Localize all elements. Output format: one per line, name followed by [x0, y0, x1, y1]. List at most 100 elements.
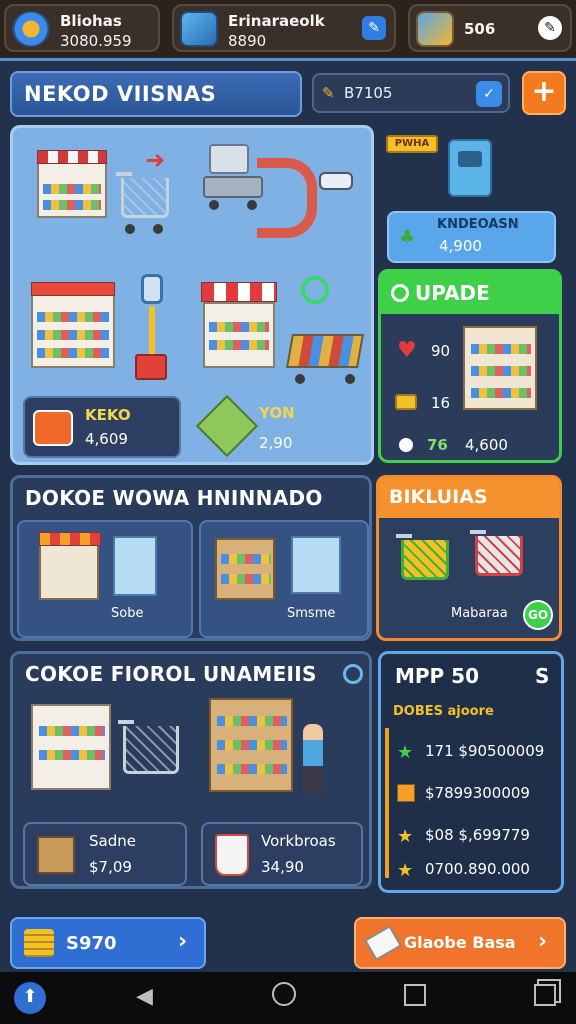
home-icon[interactable]: [272, 982, 296, 1006]
store-dropdown[interactable]: ✎ B7105 ✓: [312, 73, 510, 113]
section-2-card-1-label: Sobe: [111, 606, 144, 621]
section-2-card-2[interactable]: Smsme: [199, 520, 369, 638]
list-divider: [385, 728, 389, 878]
go-button[interactable]: GO: [523, 600, 553, 630]
section-2-right-title: BIKLUIAS: [379, 478, 559, 518]
currency-value: S970: [66, 933, 117, 954]
shop-item[interactable]: [199, 278, 285, 378]
car-icon: [319, 172, 353, 190]
section-2-panel: DOKOE WOWA HNINNADO Sobe Smsme: [10, 475, 372, 641]
upgrade-row-3: 76: [427, 436, 448, 454]
receipt-icon: [397, 784, 415, 802]
freezer-icon: [291, 536, 341, 594]
star-gold-icon: ★: [397, 860, 414, 881]
green-cart-icon: [396, 534, 449, 580]
upgrade-title: UPADE: [415, 281, 490, 305]
section-2-card-1[interactable]: Sobe: [17, 520, 193, 638]
stat-coins[interactable]: Bliohas 3080.959: [4, 4, 160, 52]
add-button[interactable]: +: [522, 71, 566, 115]
coin-stack-icon: [24, 929, 54, 957]
edit-icon[interactable]: ✎: [362, 16, 386, 40]
info-circle-icon[interactable]: [343, 664, 363, 684]
stat-stock[interactable]: Erinaraeolk 8890 ✎: [172, 4, 396, 52]
heart-icon: ♥: [397, 338, 417, 363]
shelf-item[interactable]: [463, 326, 537, 410]
section-3-right-subtitle: DOBES ajoore: [393, 704, 494, 719]
currency-button[interactable]: S970 ›: [10, 917, 206, 969]
star-green-icon: ★: [397, 742, 414, 763]
go-label: GO: [527, 608, 549, 622]
global-base-button[interactable]: Glaobe Basa ›: [354, 917, 566, 969]
chevron-down-icon[interactable]: ✓: [476, 81, 502, 107]
store-chip-2-value: 2,90: [259, 434, 293, 452]
pearl-icon: [399, 438, 413, 452]
dropdown-value: B7105: [344, 84, 393, 102]
section-3-panel: COKOE FIOROL UNAMEIIS Sadne $7,09 Vorkbr…: [10, 651, 372, 889]
gear-badge-icon: [12, 11, 50, 47]
cart-item[interactable]: ➜: [115, 146, 175, 242]
pin-sign-item[interactable]: [129, 274, 175, 386]
shop-item[interactable]: [37, 144, 117, 224]
system-nav-bar: ⬆ ◀: [0, 972, 576, 1024]
box-icon: [180, 11, 218, 47]
shop-item[interactable]: [29, 278, 123, 378]
upgrade-row-3-extra: 4,600: [465, 436, 508, 454]
stat-stock-value: 8890: [228, 32, 267, 50]
crate-icon: [195, 394, 259, 458]
section-3-chip-2-label: Vorkbroas: [261, 832, 336, 850]
side-card-value: 4,900: [439, 237, 482, 255]
store-chip-1-value: 4,609: [85, 430, 128, 448]
list-item: 0700.890.000: [425, 860, 530, 878]
chevron-right-icon: ›: [538, 929, 548, 954]
upgrade-panel: UPADE ♥ 90 16 76 4,600: [378, 269, 562, 463]
section-3-chip-2-value: 34,90: [261, 858, 304, 876]
trolley-item[interactable]: [286, 328, 369, 394]
circle-icon: [391, 284, 409, 302]
global-base-label: Glaobe Basa: [404, 933, 516, 952]
fridge-icon: [113, 536, 157, 596]
stat-gems[interactable]: 506 ✎: [408, 4, 572, 52]
multiwindow-icon[interactable]: [534, 984, 556, 1006]
section-3-title: COKOE FIOROL UNAMEIIS: [25, 662, 317, 686]
upgrade-row-1: 90: [431, 342, 451, 360]
top-stats-bar: Bliohas 3080.959 Erinaraeolk 8890 ✎ 506 …: [0, 0, 576, 58]
shelf-item[interactable]: [209, 698, 293, 792]
leaf-icon: ♣: [399, 227, 416, 248]
list-item: $08 $,699779: [425, 826, 530, 844]
page-title: NEKOD VIISNAS: [10, 71, 302, 117]
conveyor-item[interactable]: [257, 158, 317, 238]
back-icon[interactable]: ◀: [136, 984, 153, 1009]
add-gems-button[interactable]: ✎: [538, 16, 562, 40]
store-chip-1-label: KEKO: [85, 406, 131, 424]
store-chip-2-label: YON: [259, 404, 295, 422]
side-price-card[interactable]: ♣ KNDEOASN 4,900: [387, 211, 556, 263]
list-item: 171 $90500009: [425, 742, 545, 760]
stat-coins-title: Bliohas: [60, 12, 122, 30]
section-2-right-panel: BIKLUIAS Mabaraa GO: [376, 475, 562, 641]
stat-coins-value: 3080.959: [60, 32, 132, 50]
section-3-right-panel: MPP 50 S DOBES ajoore ★ 171 $90500009 $7…: [378, 651, 564, 893]
register-icon: [33, 410, 73, 446]
kiosk-item[interactable]: [448, 139, 492, 197]
cart-item[interactable]: [118, 720, 179, 774]
shelf-icon: [215, 538, 275, 600]
recents-icon[interactable]: [404, 984, 426, 1006]
section-3-chip-1-label: Sadne: [89, 832, 136, 850]
section-3-chip-1[interactable]: Sadne $7,09: [23, 822, 187, 886]
section-3-chip-2[interactable]: Vorkbroas 34,90: [201, 822, 363, 886]
section-3-right-action[interactable]: S: [535, 664, 549, 688]
section-3-right-title: MPP 50: [395, 664, 480, 688]
main-panel: NEKOD VIISNAS ✎ B7105 ✓ + ➜ KEKO 4,609 Y…: [0, 58, 576, 972]
section-2-title: DOKOE WOWA HNINNADO: [25, 486, 323, 510]
crate-icon: [37, 836, 75, 874]
app-home-icon[interactable]: ⬆: [14, 982, 46, 1014]
star-gold-icon: ★: [397, 826, 414, 847]
upgrade-header[interactable]: UPADE: [381, 272, 559, 314]
upgrade-row-2: 16: [431, 394, 451, 412]
store-chip-1[interactable]: KEKO 4,609: [23, 396, 181, 458]
section-3-chip-1-value: $7,09: [89, 858, 132, 876]
gold-bar-icon: [395, 394, 417, 410]
store-grid: ➜ KEKO 4,609 YON 2,90: [10, 125, 374, 465]
stall-item[interactable]: [31, 704, 111, 790]
list-item: $7899300009: [425, 784, 530, 802]
